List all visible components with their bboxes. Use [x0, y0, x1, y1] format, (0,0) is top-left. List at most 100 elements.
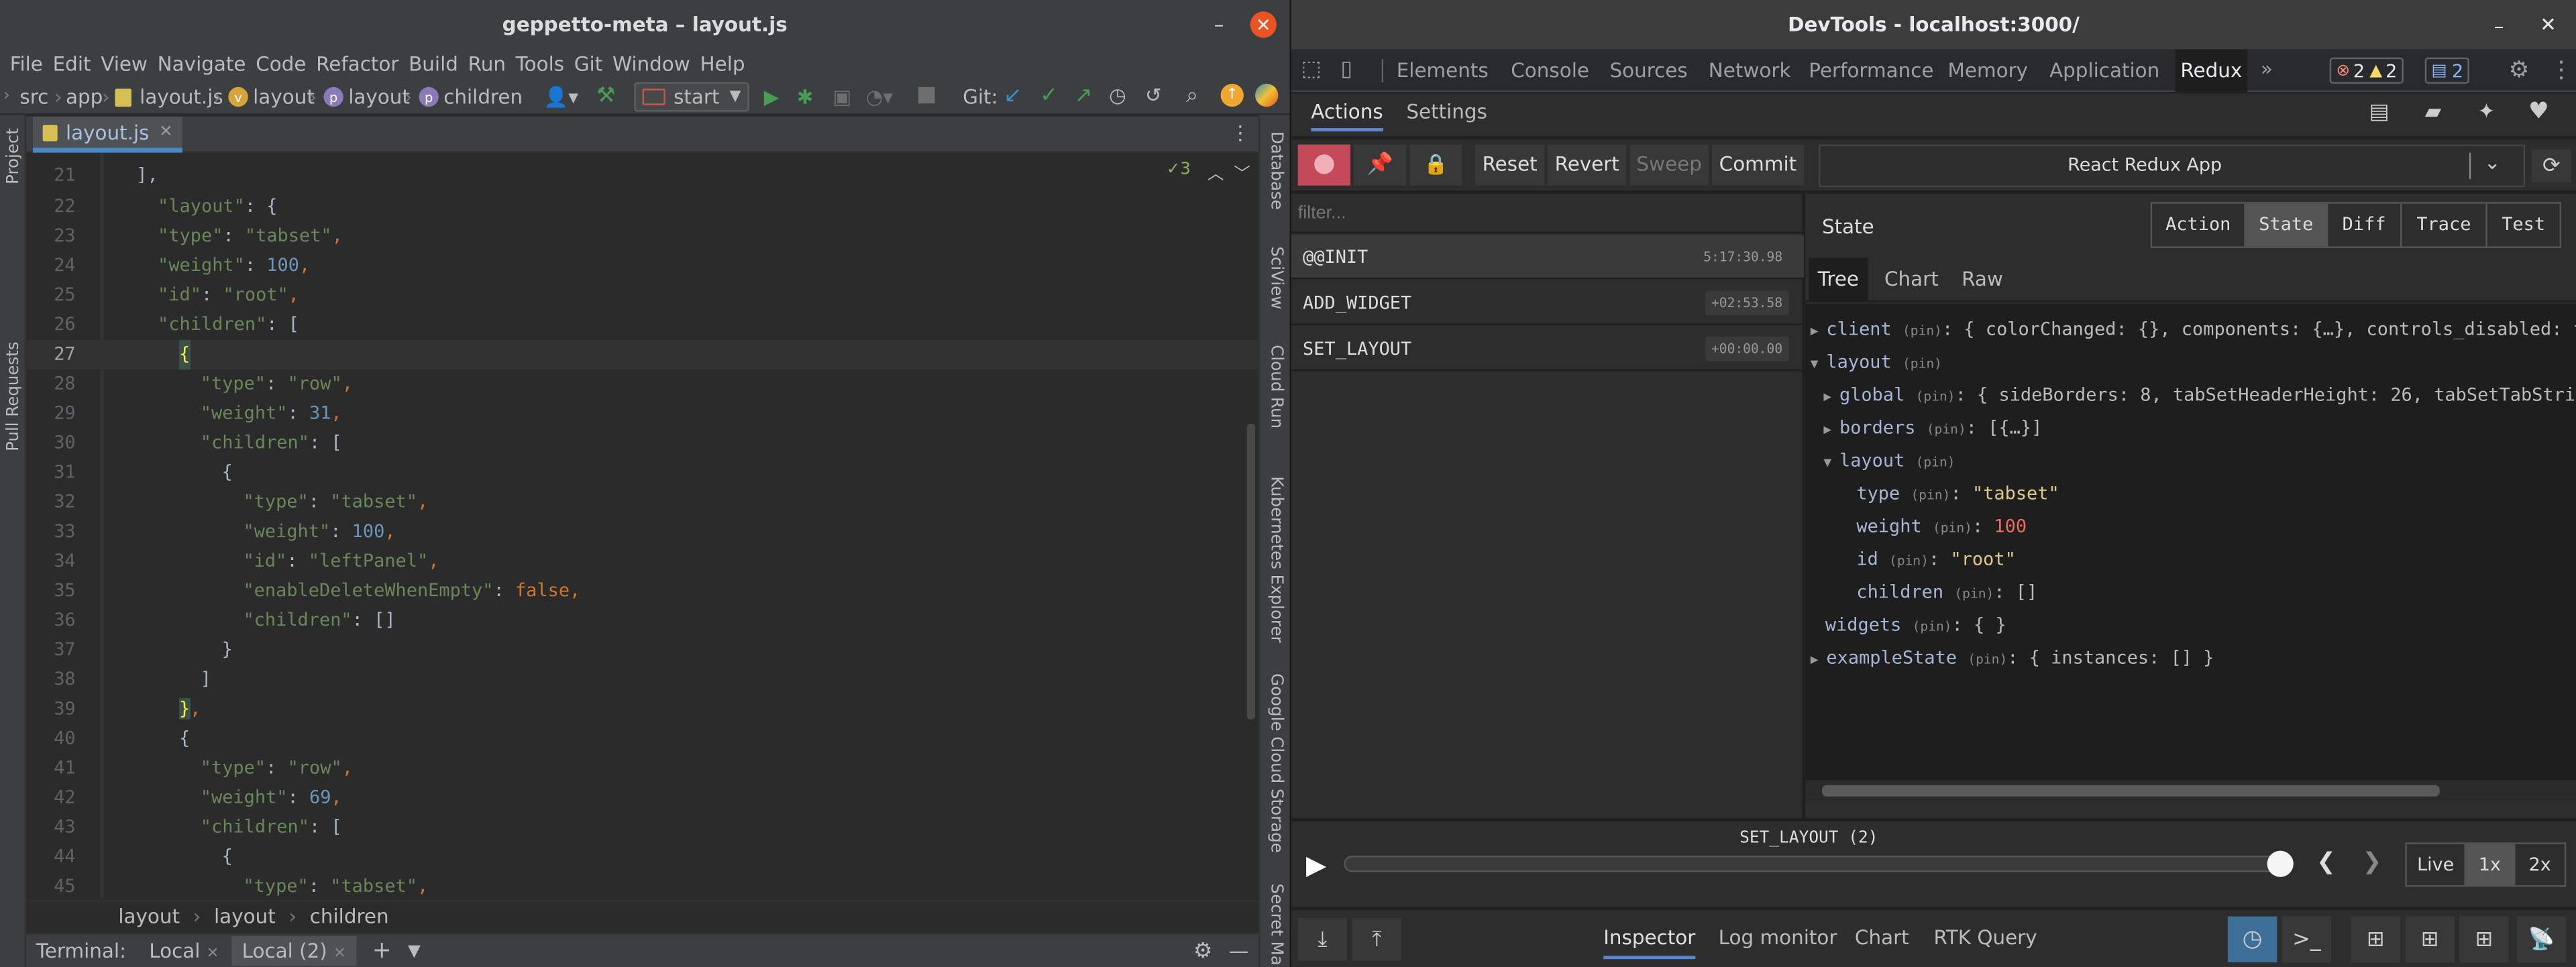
sciview-tool-tab[interactable]: SciView — [1267, 246, 1285, 309]
more-vertical-icon[interactable]: ⋮ — [1230, 121, 1250, 144]
inspect-element-icon[interactable]: ⬚ — [1301, 58, 1322, 82]
import-icon[interactable]: ⤓ — [1297, 917, 1348, 961]
messages-counter[interactable]: ▤ 2 — [2424, 57, 2470, 84]
export-icon[interactable]: ⤒ — [1352, 917, 1401, 961]
run-config-select[interactable]: start ▼ — [634, 82, 749, 112]
run-icon[interactable]: ▶ — [764, 85, 780, 108]
kubernetes-tool-tab[interactable]: Kubernetes Explorer — [1267, 476, 1285, 642]
left-panel-icon[interactable]: ⊞ — [2351, 916, 2400, 963]
hide-icon[interactable]: — — [1229, 940, 1248, 962]
tab-memory[interactable]: Memory — [1945, 49, 2031, 92]
revert-button[interactable]: Revert — [1547, 144, 1627, 186]
tab-trace[interactable]: Trace — [2402, 203, 2487, 247]
tree-node[interactable]: ▶ borders (pin): [{…}] — [1823, 412, 2042, 445]
tab-application[interactable]: Application — [2041, 49, 2169, 92]
tab-raw[interactable]: Raw — [1962, 258, 2003, 302]
git-commit-icon[interactable]: ✓ — [1040, 84, 1058, 109]
heart-icon[interactable]: ♥ — [2528, 99, 2549, 125]
book-icon[interactable]: ▤ — [2369, 100, 2389, 125]
menu-navigate[interactable]: Navigate — [158, 52, 246, 75]
tab-performance[interactable]: Performance — [1807, 49, 1935, 92]
action-item[interactable]: ADD_WIDGET +02:53.58 — [1291, 281, 1805, 325]
previous-icon[interactable]: ❮ — [2316, 849, 2336, 875]
database-tool-tab[interactable]: Database — [1267, 131, 1285, 210]
play-icon[interactable]: ▶ — [1306, 849, 1326, 880]
secret-manager-tool-tab[interactable]: Secret Ma — [1267, 884, 1285, 966]
instance-select[interactable]: React Redux App ⌄ — [1819, 144, 2526, 188]
tree-node[interactable]: ▶ client (pin): { colorChanged: {}, comp… — [1811, 314, 2576, 347]
build-hammer-icon[interactable]: ⚒ — [596, 84, 616, 109]
close-tab-icon[interactable]: ✕ — [159, 123, 173, 141]
lock-button[interactable]: 🔒 — [1409, 144, 1462, 186]
breadcrumb-file[interactable]: layout.js — [140, 85, 223, 108]
speed-1x[interactable]: 1x — [2465, 844, 2516, 886]
breadcrumb-item[interactable]: children — [310, 905, 389, 927]
sync-icon[interactable]: ⟳ — [2531, 149, 2571, 182]
tree-node[interactable]: ▼ layout (pin) — [1823, 445, 1955, 478]
profile-icon[interactable]: ◔▾ — [866, 85, 893, 108]
horizontal-scrollbar[interactable] — [1805, 780, 2576, 800]
chat-icon[interactable]: ▰ — [2425, 100, 2441, 125]
debug-icon[interactable]: ✱ — [797, 85, 814, 108]
tab-rtk-query[interactable]: RTK Query — [1933, 926, 2037, 949]
menu-git[interactable]: Git — [574, 52, 602, 75]
menu-build[interactable]: Build — [409, 52, 458, 75]
tab-console[interactable]: Console — [1505, 49, 1595, 92]
dispatcher-icon[interactable]: >_ — [2282, 916, 2332, 963]
tab-chart-monitor[interactable]: Chart — [1855, 926, 1909, 949]
minimize-icon[interactable]: – — [2494, 15, 2504, 38]
breadcrumb-src[interactable]: src — [19, 85, 48, 108]
right-panel-icon[interactable]: ⊞ — [2405, 916, 2455, 963]
minimize-icon[interactable]: – — [1209, 13, 1228, 36]
twitter-icon[interactable]: ✦ — [2477, 100, 2496, 125]
gear-icon[interactable]: ⚙ — [1193, 939, 1213, 964]
user-icon[interactable]: 👤▾ — [544, 85, 578, 108]
tab-chart[interactable]: Chart — [1884, 258, 1939, 302]
tab-log-monitor[interactable]: Log monitor — [1719, 926, 1837, 949]
close-icon[interactable]: ✕ — [1250, 11, 1277, 38]
issues-counter[interactable]: ⊗ 2 ▲ 2 — [2329, 57, 2404, 84]
tab-network[interactable]: Network — [1702, 49, 1797, 92]
tree-node[interactable]: ▶ global (pin): { sideBorders: 8, tabSet… — [1823, 380, 2576, 412]
tab-redux[interactable]: Redux — [2175, 49, 2248, 93]
add-terminal-icon[interactable]: + — [372, 937, 392, 964]
menu-refactor[interactable]: Refactor — [316, 52, 398, 75]
gear-icon[interactable]: ⚙ — [2509, 58, 2530, 84]
stop-icon[interactable] — [918, 87, 935, 104]
breadcrumb-layout-1[interactable]: layout — [253, 85, 315, 108]
tab-tree[interactable]: Tree — [1809, 258, 1868, 302]
sweep-button[interactable]: Sweep — [1629, 144, 1709, 186]
tab-elements[interactable]: Elements — [1393, 49, 1492, 92]
update-icon[interactable]: ↑ — [1220, 83, 1244, 107]
device-toolbar-icon[interactable]: ▯ — [1340, 58, 1352, 82]
project-tool-tab[interactable]: Project — [5, 128, 23, 184]
breadcrumb-item[interactable]: layout — [118, 905, 180, 927]
tab-test[interactable]: Test — [2487, 204, 2560, 247]
action-item[interactable]: @@INIT 5:17:30.98 — [1291, 235, 1805, 280]
menu-help[interactable]: Help — [700, 52, 745, 75]
toolbox-icon[interactable] — [1255, 83, 1279, 107]
coverage-icon[interactable]: ▣ — [833, 85, 852, 108]
rollback-icon[interactable]: ↺ — [1145, 84, 1162, 107]
tab-settings[interactable]: Settings — [1406, 100, 1487, 123]
menu-edit[interactable]: Edit — [53, 52, 91, 75]
tree-node[interactable]: ▶ exampleState (pin): { instances: [] } — [1811, 642, 2214, 675]
remote-icon[interactable]: 📡 — [2516, 916, 2567, 963]
chevron-down-icon[interactable]: ▼ — [408, 942, 421, 960]
history-icon[interactable]: ◷ — [1109, 84, 1126, 107]
gcs-tool-tab[interactable]: Google Cloud Storage — [1267, 673, 1285, 853]
speed-live[interactable]: Live — [2407, 844, 2466, 886]
tree-node[interactable]: ▼ layout (pin) — [1811, 347, 1942, 380]
record-button[interactable] — [1297, 144, 1351, 186]
breadcrumb-app[interactable]: app — [66, 85, 103, 108]
menu-view[interactable]: View — [101, 52, 148, 75]
slider-thumb[interactable] — [2267, 850, 2294, 877]
breadcrumb-layout-2[interactable]: layout — [348, 85, 410, 108]
breadcrumb-item[interactable]: layout — [214, 905, 276, 927]
menu-code[interactable]: Code — [256, 52, 306, 75]
menu-window[interactable]: Window — [612, 52, 690, 75]
menu-tools[interactable]: Tools — [516, 52, 564, 75]
tab-inspector[interactable]: Inspector — [1603, 926, 1696, 960]
action-item[interactable]: SET_LAYOUT +00:00.00 — [1291, 327, 1805, 372]
tab-diff[interactable]: Diff — [2328, 203, 2402, 247]
